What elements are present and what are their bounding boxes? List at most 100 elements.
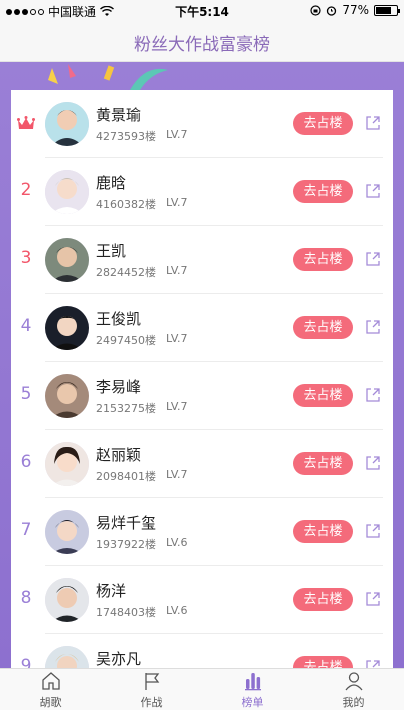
fan-name: 易烊千玺	[96, 514, 157, 532]
list-item[interactable]: 7 易烊千玺 1937922楼 LV.6 去占楼	[11, 498, 393, 566]
tab-bar: 胡歌 作战 榜单 我的	[0, 668, 404, 710]
battery-icon	[374, 4, 400, 16]
rank-number: 6	[20, 452, 32, 472]
tab-ranking[interactable]: 榜单	[202, 669, 303, 710]
level-badge: LV.6	[166, 604, 188, 617]
fan-meta: 2824452楼 LV.7	[96, 264, 188, 280]
claim-floor-button[interactable]: 去占楼	[293, 316, 353, 339]
floor-count: 2824452楼	[96, 266, 156, 279]
share-icon[interactable]	[365, 115, 381, 131]
level-badge: LV.6	[166, 536, 188, 549]
battery-percent: 77%	[342, 3, 369, 17]
share-icon[interactable]	[365, 387, 381, 403]
fan-name: 王俊凯	[96, 310, 142, 328]
nav-header: 粉丝大作战富豪榜	[0, 20, 404, 62]
level-badge: LV.7	[166, 468, 188, 481]
fan-name: 杨洋	[96, 582, 127, 600]
rank-number: 9	[20, 656, 32, 668]
fan-meta: 2153275楼 LV.7	[96, 400, 188, 416]
fan-meta: 2497450楼 LV.7	[96, 332, 188, 348]
level-badge: LV.7	[166, 332, 188, 345]
user-icon	[344, 671, 363, 690]
fan-meta: 2098401楼 LV.7	[96, 468, 188, 484]
chart-icon	[244, 672, 261, 690]
claim-floor-button[interactable]: 去占楼	[293, 112, 353, 135]
level-badge: LV.7	[166, 264, 188, 277]
alarm-icon	[327, 5, 337, 16]
flag-icon	[144, 672, 159, 690]
rank-number: 7	[20, 520, 32, 540]
list-item[interactable]: 9 吴亦凡 去占楼	[11, 634, 393, 668]
list-item[interactable]: 3 王凯 2824452楼 LV.7 去占楼	[11, 226, 393, 294]
avatar	[45, 306, 89, 350]
level-badge: LV.7	[166, 128, 188, 141]
tab-label: 作战	[140, 695, 163, 709]
status-icons: 77%	[310, 3, 400, 17]
claim-floor-button[interactable]: 去占楼	[293, 588, 353, 611]
avatar	[45, 102, 89, 146]
share-icon[interactable]	[365, 183, 381, 199]
floor-count: 4160382楼	[96, 198, 156, 211]
fan-meta: 1937922楼 LV.6	[96, 536, 188, 552]
share-icon[interactable]	[365, 591, 381, 607]
avatar	[45, 442, 89, 486]
floor-count: 2153275楼	[96, 402, 156, 415]
list-item[interactable]: 黄景瑜 4273593楼 LV.7 去占楼	[11, 90, 393, 158]
rank-number: 4	[20, 316, 32, 336]
floor-count: 1937922楼	[96, 538, 156, 551]
page-title: 粉丝大作战富豪榜	[134, 35, 270, 55]
lock-rotation-icon	[310, 4, 321, 16]
claim-floor-button[interactable]: 去占楼	[293, 248, 353, 271]
avatar	[45, 374, 89, 418]
floor-count: 2497450楼	[96, 334, 156, 347]
avatar	[45, 238, 89, 282]
claim-floor-button[interactable]: 去占楼	[293, 452, 353, 475]
tab-label: 胡歌	[39, 695, 62, 709]
share-icon[interactable]	[365, 523, 381, 539]
tab-battle[interactable]: 作战	[101, 669, 202, 710]
rank-number: 2	[20, 180, 32, 200]
fan-name: 黄景瑜	[96, 106, 142, 124]
avatar	[45, 510, 89, 554]
avatar	[45, 578, 89, 622]
rank-number: 3	[20, 248, 32, 268]
crown-icon	[17, 116, 35, 129]
fan-name: 王凯	[96, 242, 127, 260]
share-icon[interactable]	[365, 455, 381, 471]
floor-count: 1748403楼	[96, 606, 156, 619]
fan-name: 吴亦凡	[96, 650, 142, 668]
claim-floor-button[interactable]: 去占楼	[293, 384, 353, 407]
fan-meta: 1748403楼 LV.6	[96, 604, 188, 620]
list-item[interactable]: 6 赵丽颖 2098401楼 LV.7 去占楼	[11, 430, 393, 498]
fan-name: 鹿晗	[96, 174, 127, 192]
level-badge: LV.7	[166, 400, 188, 413]
list-item[interactable]: 8 杨洋 1748403楼 LV.6 去占楼	[11, 566, 393, 634]
share-icon[interactable]	[365, 251, 381, 267]
rank-number: 8	[20, 588, 32, 608]
claim-floor-button[interactable]: 去占楼	[293, 656, 353, 668]
share-icon[interactable]	[365, 659, 381, 668]
claim-floor-button[interactable]: 去占楼	[293, 520, 353, 543]
tab-label: 榜单	[241, 695, 264, 709]
tab-profile[interactable]: 我的	[303, 669, 404, 710]
fan-name: 李易峰	[96, 378, 142, 396]
status-bar: 中国联通 下午5:14 77%	[0, 0, 404, 20]
fan-meta: 4160382楼 LV.7	[96, 196, 188, 212]
list-item[interactable]: 5 李易峰 2153275楼 LV.7 去占楼	[11, 362, 393, 430]
ranking-list: 黄景瑜 4273593楼 LV.7 去占楼 2 鹿晗 4160382楼 LV.7…	[11, 90, 393, 668]
claim-floor-button[interactable]: 去占楼	[293, 180, 353, 203]
fan-name: 赵丽颖	[96, 446, 142, 464]
list-item[interactable]: 4 王俊凯 2497450楼 LV.7 去占楼	[11, 294, 393, 362]
fan-meta: 4273593楼 LV.7	[96, 128, 188, 144]
avatar	[45, 646, 89, 668]
home-icon	[41, 671, 60, 690]
list-item[interactable]: 2 鹿晗 4160382楼 LV.7 去占楼	[11, 158, 393, 226]
tab-label: 我的	[342, 695, 365, 709]
floor-count: 4273593楼	[96, 130, 156, 143]
rank-number: 5	[20, 384, 32, 404]
level-badge: LV.7	[166, 196, 188, 209]
avatar	[45, 170, 89, 214]
tab-home[interactable]: 胡歌	[0, 669, 101, 710]
floor-count: 2098401楼	[96, 470, 156, 483]
share-icon[interactable]	[365, 319, 381, 335]
